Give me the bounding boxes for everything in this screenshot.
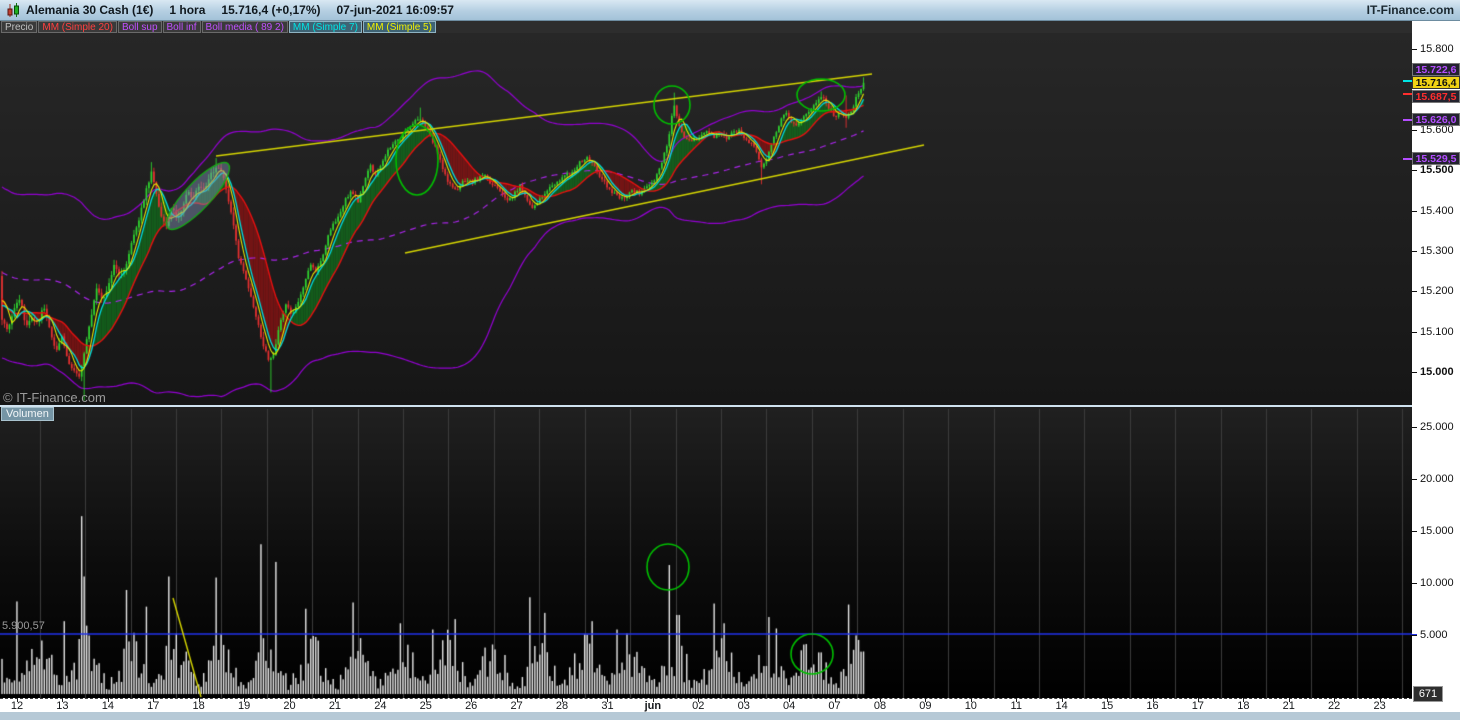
time-label-08: 08 <box>873 700 887 712</box>
price-tick-label: 15.800 <box>1420 43 1454 55</box>
price-tick-label: 15.500 <box>1420 164 1454 177</box>
trading-app-window: Alemania 30 Cash (1€) 1 hora 15.716,4 (+… <box>0 0 1460 720</box>
time-label-18: 18 <box>192 700 205 712</box>
price-tick <box>1412 291 1417 293</box>
line-end-tick <box>1403 93 1412 95</box>
time-label-24: 24 <box>374 700 387 712</box>
time-label-11: 11 <box>1010 700 1022 712</box>
datetime-label: 07-jun-2021 16:09:57 <box>336 3 454 17</box>
indicator-row: Precio MM (Simple 20) Boll sup Boll inf Boll… <box>0 21 1412 33</box>
volume-tick <box>1412 531 1417 532</box>
price-marker-badge: 15.626,0 <box>1412 113 1460 126</box>
price-tick-label: 15.100 <box>1420 325 1454 338</box>
time-label-10: 10 <box>964 700 977 712</box>
time-axis[interactable]: 12 13 14 17 18 19 20 21 24 25 26 27 28 31 jun 02 03 04 07 0… <box>0 698 1460 712</box>
volume-indicator-chip[interactable]: Volumen <box>1 407 54 421</box>
volume-tick-label: 5.000 <box>1420 629 1448 641</box>
price-tick-label: 15.200 <box>1420 285 1454 298</box>
time-label-21: 21 <box>328 700 342 712</box>
price-tick <box>1412 210 1417 212</box>
last-price-label: 15.716,4 (+0,17%) <box>221 3 321 17</box>
time-label-18: 18 <box>1237 700 1250 712</box>
price-chart-canvas[interactable] <box>0 33 1412 405</box>
line-end-tick <box>1403 80 1412 82</box>
time-label-26: 26 <box>465 700 478 712</box>
time-axis-border <box>0 698 1412 699</box>
volume-chart-canvas[interactable] <box>0 407 1412 698</box>
time-label-21: 21 <box>1282 700 1295 712</box>
brand-label: IT-Finance.com <box>1366 3 1454 17</box>
volume-tick-label: 20.000 <box>1420 473 1454 485</box>
indicator-chip-precio[interactable]: Precio <box>1 21 38 33</box>
time-label-28: 28 <box>555 700 569 712</box>
threshold-tick <box>1412 634 1417 635</box>
time-label-02: 02 <box>692 700 705 712</box>
bottom-margin <box>0 712 1460 720</box>
indicator-chip-mm-simple-20[interactable]: MM (Simple 20) <box>38 21 117 33</box>
instrument-title: Alemania 30 Cash (1€) <box>26 3 154 17</box>
price-tick-label: 15.300 <box>1420 245 1454 257</box>
price-tick <box>1412 372 1417 374</box>
time-label-19: 19 <box>237 700 251 712</box>
indicator-chip-boll-media-89-2[interactable]: Boll media ( 89 2) <box>201 21 288 33</box>
time-label-23: 23 <box>1373 700 1386 712</box>
volume-panel[interactable] <box>0 407 1412 698</box>
price-tick <box>1412 170 1417 172</box>
volume-tick <box>1412 479 1417 480</box>
candlestick-icon <box>7 2 19 17</box>
time-label-07: 07 <box>828 700 841 712</box>
time-label-17: 17 <box>1191 700 1205 712</box>
time-label-15: 15 <box>1100 700 1114 712</box>
volume-tick-label: 25.000 <box>1420 421 1454 433</box>
price-marker-badge: 15.716,4 <box>1412 76 1460 89</box>
price-axis[interactable]: 15.800 15.600 15.500 15.400 15.300 15.200 15.1… <box>1412 21 1460 712</box>
indicator-chip-boll-sup[interactable]: Boll sup <box>117 21 162 33</box>
time-label-31: 31 <box>601 700 614 712</box>
volume-tick <box>1412 583 1417 584</box>
price-marker-badge: 15.529,5 <box>1412 152 1460 165</box>
price-marker-badge: 15.722,6 <box>1412 63 1460 76</box>
time-label-04: 04 <box>783 700 796 712</box>
time-label-22: 22 <box>1328 700 1341 712</box>
time-label-jun: jun <box>644 700 662 712</box>
time-label-09: 09 <box>919 700 932 712</box>
price-tick <box>1412 49 1417 50</box>
price-tick-label: 15.000 <box>1420 366 1454 379</box>
volume-tick <box>1412 427 1417 428</box>
volume-tick-label: 15.000 <box>1420 525 1454 537</box>
price-tick <box>1412 331 1417 333</box>
volume-tick <box>1412 635 1417 636</box>
indicator-chip-mm-simple-7[interactable]: MM (Simple 7) <box>288 21 362 33</box>
line-end-tick <box>1403 158 1412 160</box>
time-label-16: 16 <box>1146 700 1159 712</box>
price-tick-label: 15.400 <box>1420 204 1454 217</box>
watermark: © IT-Finance.com <box>3 390 106 405</box>
volume-tick-label: 10.000 <box>1420 577 1454 589</box>
top-bar: Alemania 30 Cash (1€) 1 hora 15.716,4 (+… <box>0 0 1460 21</box>
price-tick <box>1412 129 1417 131</box>
indicator-chip-boll-inf[interactable]: Boll inf <box>162 21 201 33</box>
price-tick <box>1412 251 1417 252</box>
timeframe-label: 1 hora <box>169 3 206 17</box>
time-label-13: 13 <box>56 700 69 712</box>
bar-count-badge: 671 <box>1413 686 1443 702</box>
price-panel[interactable] <box>0 33 1412 405</box>
line-end-tick <box>1403 119 1412 121</box>
time-label-27: 27 <box>510 700 523 712</box>
time-label-03: 03 <box>737 700 750 712</box>
time-label-20: 20 <box>283 700 296 712</box>
price-marker-badge: 15.687,5 <box>1412 90 1460 103</box>
time-label-14: 14 <box>1055 700 1068 712</box>
indicator-chip-mm-simple-5[interactable]: MM (Simple 5) <box>362 21 436 33</box>
time-label-12: 12 <box>10 700 24 712</box>
time-label-25: 25 <box>419 700 432 712</box>
time-label-17: 17 <box>147 700 160 712</box>
volume-threshold-label: 5.900,57 <box>2 620 45 632</box>
time-label-14: 14 <box>101 700 114 712</box>
